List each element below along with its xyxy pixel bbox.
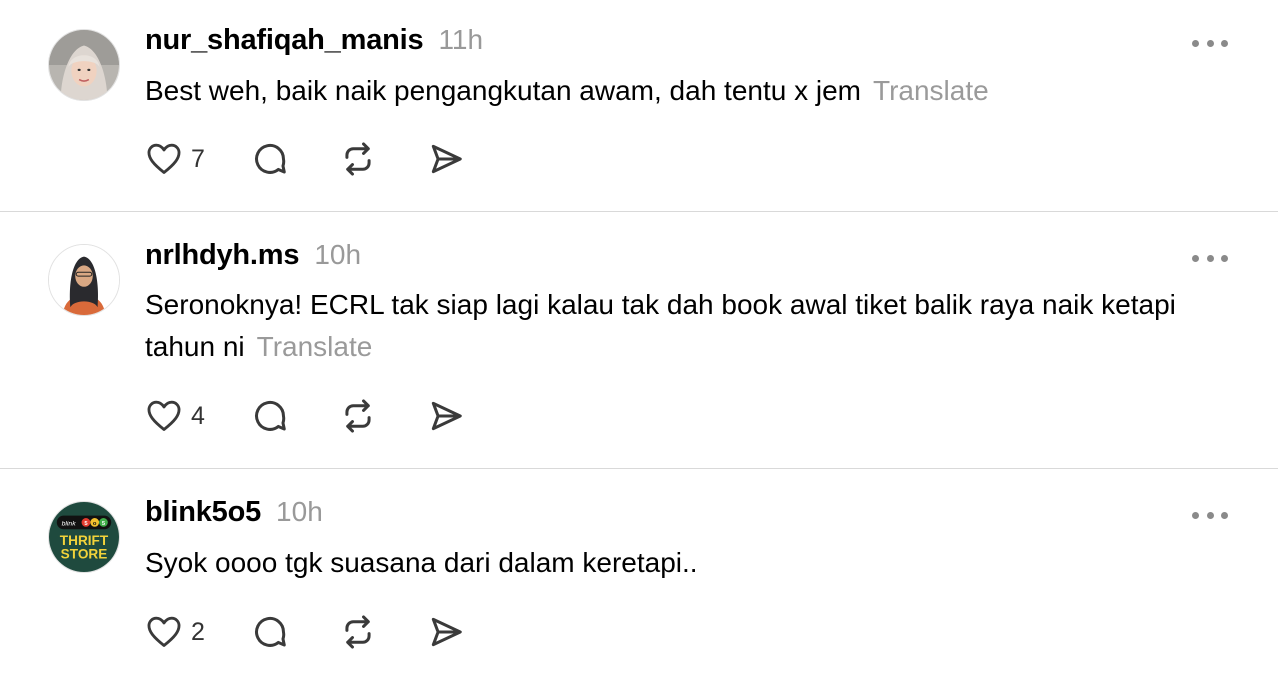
post-text: Syok oooo tgk suasana dari dalam keretap… — [145, 542, 1205, 584]
timestamp[interactable]: 10h — [276, 496, 323, 528]
post-1: nur_shafiqah_manis 11h Best weh, baik na… — [0, 0, 1278, 211]
repost-button[interactable] — [339, 140, 377, 178]
more-icon[interactable] — [1192, 36, 1228, 50]
repost-button[interactable] — [339, 397, 377, 435]
action-bar: 7 — [145, 139, 465, 179]
post-text: Seronoknya! ECRL tak siap lagi kalau tak… — [145, 284, 1205, 368]
post-header: nur_shafiqah_manis 11h — [145, 24, 483, 57]
comment-icon — [255, 616, 286, 647]
reply-button[interactable] — [251, 140, 289, 178]
username[interactable]: blink5o5 — [145, 496, 261, 529]
post-3: blink 5 o 5 THRIFT STORE blink5o5 10h Sy… — [0, 469, 1278, 682]
send-icon — [431, 144, 462, 174]
post-body: Best weh, baik naik pengangkutan awam, d… — [145, 75, 861, 106]
post-body: Syok oooo tgk suasana dari dalam keretap… — [145, 547, 698, 578]
post-header: blink5o5 10h — [145, 496, 323, 529]
svg-text:o: o — [93, 521, 97, 527]
repost-button[interactable] — [339, 613, 377, 651]
timestamp[interactable]: 10h — [314, 239, 361, 271]
heart-icon — [147, 143, 181, 174]
share-button[interactable] — [427, 613, 465, 651]
reply-button[interactable] — [251, 397, 289, 435]
repost-icon — [345, 615, 371, 649]
like-count: 7 — [191, 144, 205, 173]
post-2: nrlhdyh.ms 10h Seronoknya! ECRL tak siap… — [0, 212, 1278, 468]
like-count: 4 — [191, 401, 205, 430]
svg-text:STORE: STORE — [61, 546, 108, 561]
avatar[interactable]: blink 5 o 5 THRIFT STORE — [48, 501, 120, 573]
reply-button[interactable] — [251, 613, 289, 651]
username[interactable]: nrlhdyh.ms — [145, 239, 300, 272]
timestamp[interactable]: 11h — [438, 24, 483, 56]
like-button[interactable]: 4 — [145, 397, 211, 435]
translate-link[interactable]: Translate — [257, 331, 373, 362]
send-icon — [431, 617, 462, 647]
action-bar: 4 — [145, 396, 465, 436]
avatar[interactable] — [48, 244, 120, 316]
like-button[interactable]: 7 — [145, 140, 211, 178]
more-icon[interactable] — [1192, 508, 1228, 522]
repost-icon — [345, 142, 371, 176]
repost-icon — [345, 399, 371, 433]
post-header: nrlhdyh.ms 10h — [145, 239, 361, 272]
heart-icon — [147, 616, 181, 647]
more-icon[interactable] — [1192, 251, 1228, 265]
heart-icon — [147, 400, 181, 431]
avatar[interactable] — [48, 29, 120, 101]
translate-link[interactable]: Translate — [873, 75, 989, 106]
username[interactable]: nur_shafiqah_manis — [145, 24, 424, 57]
svg-text:blink: blink — [62, 520, 77, 527]
action-bar: 2 — [145, 612, 465, 652]
share-button[interactable] — [427, 397, 465, 435]
post-text: Best weh, baik naik pengangkutan awam, d… — [145, 70, 1205, 112]
share-button[interactable] — [427, 140, 465, 178]
comment-icon — [255, 400, 286, 431]
like-count: 2 — [191, 617, 205, 646]
like-button[interactable]: 2 — [145, 613, 211, 651]
comment-icon — [255, 143, 286, 174]
send-icon — [431, 401, 462, 431]
